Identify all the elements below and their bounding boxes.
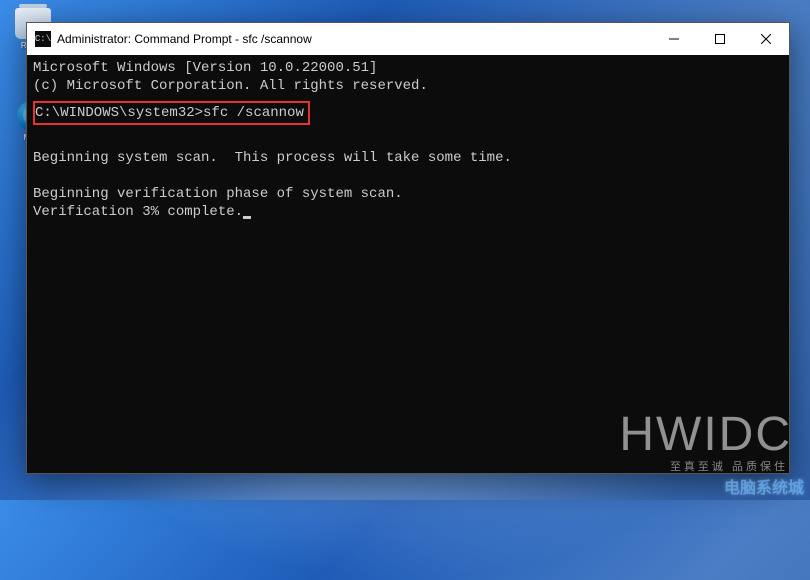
cmd-icon: C:\ <box>35 31 51 47</box>
output-verification-progress: Verification 3% complete. <box>33 204 243 220</box>
title-bar[interactable]: C:\ Administrator: Command Prompt - sfc … <box>27 23 789 55</box>
close-button[interactable] <box>743 23 789 55</box>
watermark-corner: 电脑系统城 <box>724 474 804 498</box>
window-controls <box>651 23 789 55</box>
terminal-cursor <box>243 216 251 219</box>
cmd-icon-glyph: C:\ <box>35 34 51 44</box>
maximize-icon <box>715 34 725 44</box>
command-prompt-window: C:\ Administrator: Command Prompt - sfc … <box>26 22 790 474</box>
output-verification-phase: Beginning verification phase of system s… <box>33 186 403 202</box>
minimize-icon <box>669 34 679 44</box>
window-title: Administrator: Command Prompt - sfc /sca… <box>57 32 651 46</box>
output-copyright: (c) Microsoft Corporation. All rights re… <box>33 78 428 94</box>
terminal-output[interactable]: Microsoft Windows [Version 10.0.22000.51… <box>27 55 789 473</box>
prompt-path: C:\WINDOWS\system32> <box>35 105 203 121</box>
output-version: Microsoft Windows [Version 10.0.22000.51… <box>33 60 377 76</box>
minimize-button[interactable] <box>651 23 697 55</box>
close-icon <box>761 34 771 44</box>
output-scan-begin: Beginning system scan. This process will… <box>33 150 512 166</box>
maximize-button[interactable] <box>697 23 743 55</box>
typed-command: sfc /scannow <box>203 105 304 121</box>
command-highlight: C:\WINDOWS\system32>sfc /scannow <box>33 101 310 125</box>
